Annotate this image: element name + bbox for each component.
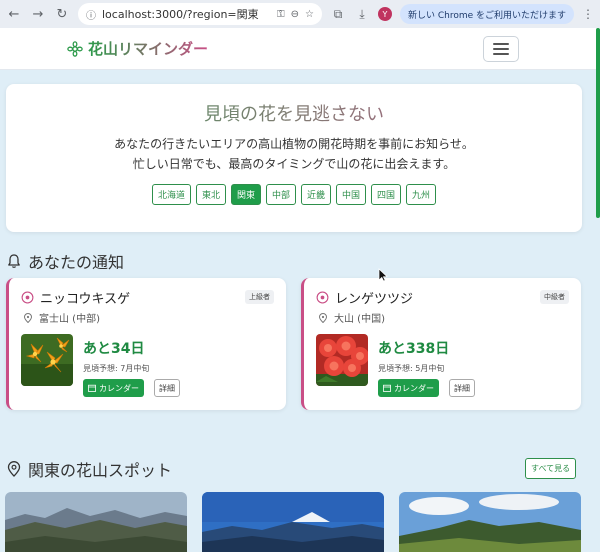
countdown: あと338日 [378, 341, 450, 357]
spot-photo-card[interactable] [202, 492, 384, 552]
mouse-cursor-icon [378, 268, 388, 282]
calendar-button-label[interactable]: カレンダー [394, 383, 434, 394]
location-text: 大山 (中国) [334, 314, 385, 325]
calendar-button[interactable]: カレンダー [378, 379, 439, 397]
flower-photo-nikko-kisuge [21, 334, 73, 386]
bookmark-star-icon[interactable]: ☆ [305, 9, 314, 20]
hero-title: 見頃の花を見逃さない [6, 100, 582, 126]
hero-description: あなたの行きたいエリアの高山植物の開花時期を事前にお知らせ。 忙しい日常でも、最… [6, 134, 582, 174]
spot-photo-card[interactable] [5, 492, 187, 552]
spots-title: 関東の花山スポット [28, 461, 173, 480]
see-all-button[interactable]: すべて見る [525, 458, 577, 479]
password-key-icon[interactable]: ⚿ [277, 9, 285, 20]
chrome-update-notice[interactable]: 新しい Chrome をご利用いただけます [400, 4, 574, 24]
difficulty-badge: 中級者 [540, 290, 569, 304]
menu-bar [493, 48, 509, 50]
map-pin-icon [318, 312, 328, 323]
back-icon[interactable]: ← [6, 7, 22, 22]
reload-icon[interactable]: ↻ [54, 7, 70, 22]
menu-bar [493, 43, 509, 45]
profile-avatar[interactable]: Y [378, 7, 392, 21]
difficulty-badge: 上級者 [245, 290, 274, 304]
flower-icon [21, 291, 34, 304]
region-kanto[interactable]: 関東 [230, 184, 261, 205]
app-header: 花山リマインダー [0, 28, 600, 70]
notification-card[interactable]: レンゲツツジ 中級者 大山 (中国) あと338日 見頃予想: 5月中旬 カレン… [301, 278, 581, 410]
flower-icon [316, 291, 329, 304]
hamburger-menu-button[interactable] [483, 36, 519, 62]
location-text: 富士山 (中部) [39, 314, 100, 325]
detail-button[interactable]: 詳細 [449, 379, 475, 397]
location: 大山 (中国) [318, 310, 385, 325]
menu-bar [493, 53, 509, 55]
notification-card[interactable]: ニッコウキスゲ 上級者 富士山 (中部) あと34日 見頃予想: 7月中旬 カレ… [6, 278, 286, 410]
extensions-icon[interactable]: ⧉ [330, 7, 346, 22]
region-tohoku[interactable]: 東北 [195, 184, 226, 205]
flower-photo-renge-tsutsuji [316, 334, 368, 386]
bloom-forecast: 見頃予想: 5月中旬 [378, 364, 445, 373]
region-chugoku[interactable]: 中国 [336, 184, 367, 205]
calendar-icon [88, 384, 96, 392]
notifications-heading: あなたの通知 [6, 249, 124, 273]
brand-name: 花山リマインダー [88, 40, 209, 58]
flower-name: ニッコウキスゲ [21, 288, 130, 307]
map-pin-icon [7, 461, 21, 477]
zoom-icon[interactable]: ⊖ [291, 9, 299, 20]
browser-menu-icon[interactable]: ⋮ [582, 7, 594, 21]
address-text[interactable]: localhost:3000/?region=関東 [102, 6, 271, 22]
spot-photo-card[interactable] [399, 492, 581, 552]
bloom-forecast: 見頃予想: 7月中旬 [83, 364, 150, 373]
bell-icon [8, 254, 20, 268]
location: 富士山 (中部) [23, 310, 100, 325]
region-kyushu[interactable]: 九州 [406, 184, 437, 205]
flower-logo-icon [67, 40, 83, 57]
brand[interactable]: 花山リマインダー [67, 38, 208, 59]
region-kinki[interactable]: 近畿 [301, 184, 332, 205]
notifications-title: あなたの通知 [28, 253, 125, 272]
browser-toolbar: ← → ↻ ⓘ localhost:3000/?region=関東 ⚿ ⊖ ☆ … [0, 0, 600, 28]
region-chubu[interactable]: 中部 [265, 184, 296, 205]
flower-name: レンゲツツジ [316, 288, 413, 307]
forward-icon[interactable]: → [30, 7, 46, 22]
page-scrollbar[interactable] [596, 28, 600, 218]
region-hokkaido[interactable]: 北海道 [151, 184, 191, 205]
hero-desc-line: 忙しい日常でも、最高のタイミングで山の花に出会えます。 [132, 157, 456, 171]
region-shikoku[interactable]: 四国 [371, 184, 402, 205]
calendar-button-label[interactable]: カレンダー [99, 383, 139, 394]
calendar-button[interactable]: カレンダー [83, 379, 144, 397]
countdown: あと34日 [83, 341, 145, 357]
flower-name-text: レンゲツツジ [335, 292, 414, 307]
region-filter: 北海道 東北 関東 中部 近畿 中国 四国 九州 [6, 184, 582, 205]
site-info-icon[interactable]: ⓘ [86, 7, 96, 22]
hero-desc-line: あなたの行きたいエリアの高山植物の開花時期を事前にお知らせ。 [114, 137, 474, 151]
download-icon[interactable]: ⤓ [354, 7, 370, 22]
hero-card: 見頃の花を見逃さない あなたの行きたいエリアの高山植物の開花時期を事前にお知らせ… [6, 84, 582, 232]
flower-name-text: ニッコウキスゲ [40, 292, 131, 307]
calendar-icon [383, 384, 391, 392]
spots-heading: 関東の花山スポット [6, 457, 172, 481]
map-pin-icon [23, 312, 33, 323]
detail-button[interactable]: 詳細 [154, 379, 180, 397]
address-bar[interactable]: ⓘ localhost:3000/?region=関東 ⚿ ⊖ ☆ [78, 3, 322, 25]
